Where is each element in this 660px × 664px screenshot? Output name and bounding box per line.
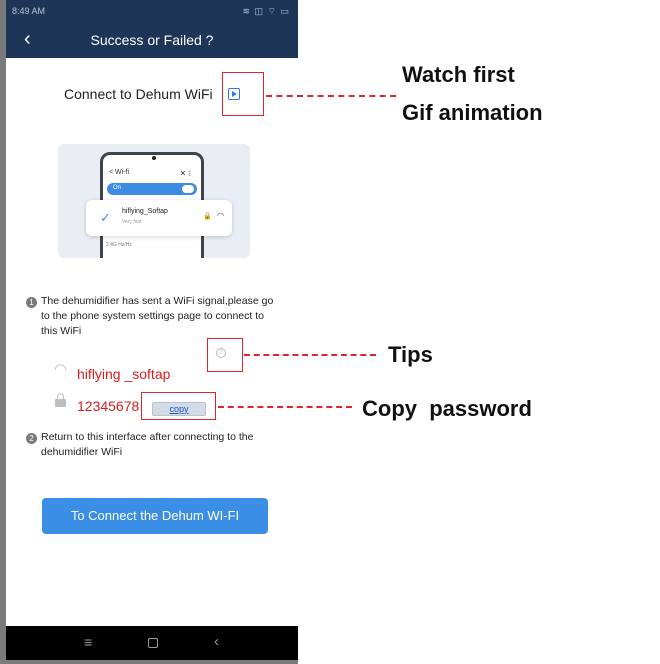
- system-nav-bar: ≡ ‹: [6, 626, 298, 660]
- mock-network-name: hiflying_Softap: [122, 208, 168, 215]
- status-icons: ≋ ◫ ⌔ ▭: [242, 6, 290, 16]
- connect-wifi-button[interactable]: To Connect the Dehum WI-FI: [42, 498, 268, 534]
- mock-toggle-label: On: [113, 185, 122, 191]
- lock-icon: [55, 393, 66, 408]
- status-time: 8:49 AM: [12, 6, 46, 16]
- step-2-number: 2: [26, 433, 37, 444]
- page-title: Success or Failed ?: [90, 32, 214, 48]
- mock-close-icon: ✕ ⁝: [179, 169, 191, 178]
- lock-icon: 🔒: [203, 213, 212, 220]
- status-bar: 8:49 AM ≋ ◫ ⌔ ▭: [6, 0, 298, 22]
- toggle-knob: [182, 185, 194, 193]
- gif-callout-box: [222, 72, 264, 116]
- mock-network-card: ✓ hiflying_Softap Very fast 🔒 ◠: [86, 200, 232, 236]
- wifi-signal-icon: ◠: [217, 211, 224, 220]
- wifi-name: hiflying _softap: [77, 366, 171, 382]
- mock-back-label: < Wi-fi: [109, 169, 130, 176]
- check-icon: ✓: [100, 210, 111, 225]
- mock-network-sub: Very fast: [122, 219, 142, 225]
- mock-other-network: 2.4G Hz/Hz: [106, 242, 132, 248]
- step-1-text: The dehumidifier has sent a WiFi signal,…: [41, 295, 274, 337]
- copy-annotation: Copy password: [362, 396, 532, 421]
- home-icon[interactable]: [148, 638, 158, 648]
- menu-icon[interactable]: ≡: [84, 634, 92, 650]
- back-icon[interactable]: ‹: [214, 633, 219, 650]
- tips-callout-box: [207, 338, 243, 372]
- wifi-password: 12345678: [77, 398, 140, 414]
- tips-annotation: Tips: [388, 342, 433, 367]
- wifi-icon: ◠: [54, 361, 68, 378]
- copy-leader-line: [218, 406, 352, 408]
- gif-leader-line: [266, 95, 396, 97]
- tips-leader-line: [244, 354, 376, 356]
- step-2-text: Return to this interface after connectin…: [41, 431, 254, 458]
- app-bar: ‹ Success or Failed ?: [6, 22, 298, 58]
- wifi-settings-illustration: < Wi-fi ✕ ⁝ On ✓ hiflying_Softap Very fa…: [58, 144, 250, 258]
- copy-callout-box: [141, 392, 216, 420]
- step-1-number: 1: [26, 297, 37, 308]
- camera-dot: [152, 156, 156, 160]
- connect-title: Connect to Dehum WiFi: [64, 86, 213, 102]
- mock-wifi-toggle: On: [107, 183, 197, 195]
- gif-annotation-line-1: Watch first: [402, 62, 515, 87]
- gif-annotation-line-2: Gif animation: [402, 100, 543, 125]
